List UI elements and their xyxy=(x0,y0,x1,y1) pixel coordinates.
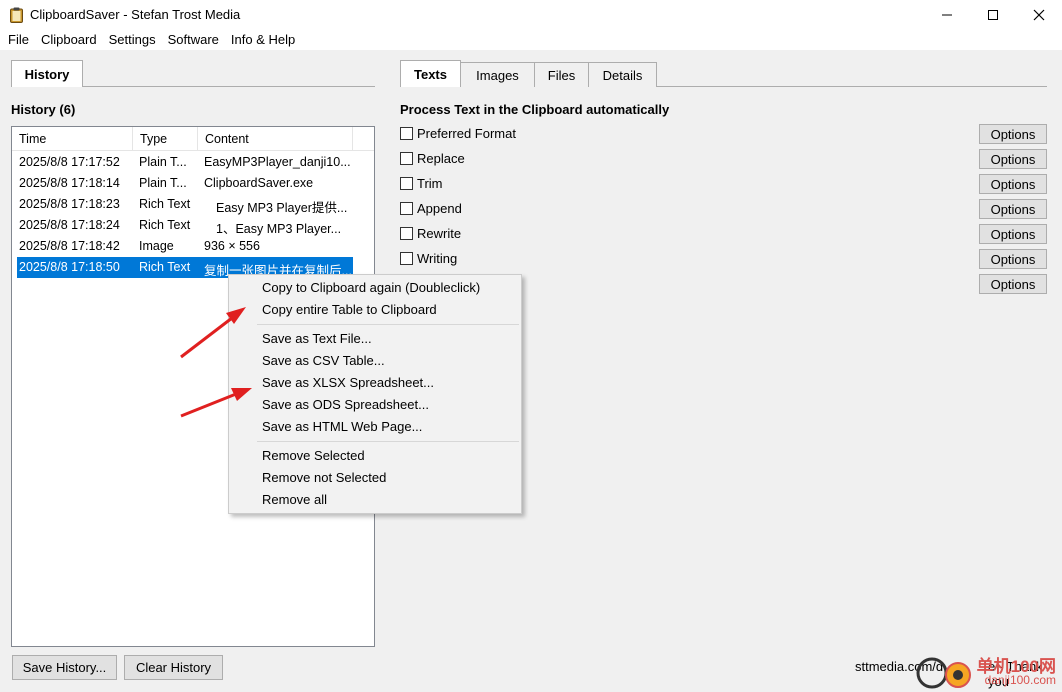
arrow-icon xyxy=(180,316,233,359)
watermark-logo-icon xyxy=(916,657,971,689)
arrow-icon xyxy=(180,392,237,418)
arrowhead-icon xyxy=(231,388,252,401)
annotation-arrows xyxy=(180,307,252,418)
watermark-url: danji100.com xyxy=(984,673,1056,687)
